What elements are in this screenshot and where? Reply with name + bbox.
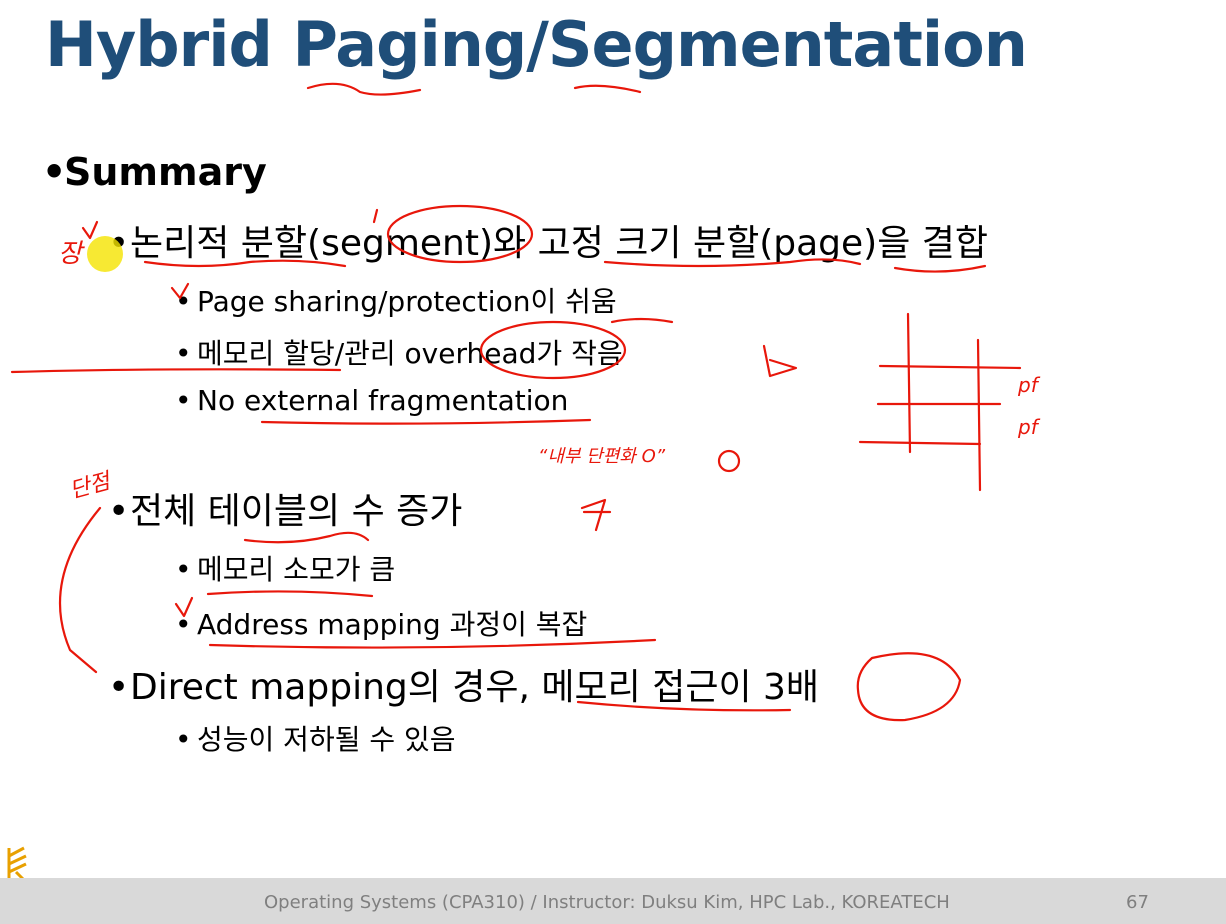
ink-underline (576, 700, 792, 712)
ink-circle-overhead (479, 320, 627, 380)
highlight-dot (87, 236, 123, 272)
annotation-pf: pf (1017, 415, 1041, 439)
ink-line (10, 368, 342, 374)
footer-text: Operating Systems (CPA310) / Instructor:… (264, 892, 950, 913)
ink-circle-segment (386, 204, 534, 264)
check-icon (174, 596, 194, 618)
footer-bar: Operating Systems (CPA310) / Instructor:… (0, 878, 1226, 924)
ink-underline (143, 259, 347, 268)
ink-underline (610, 317, 674, 324)
ink-underline (260, 418, 592, 425)
ink-underline (603, 258, 862, 268)
annotation-internal-frag: “내부 단편화 O” (538, 446, 666, 467)
ink-underline (243, 531, 370, 544)
ink-bracket (58, 506, 102, 674)
check-icon (81, 220, 99, 240)
annotation-pf: pf (1017, 373, 1041, 397)
ink-underline (893, 264, 987, 273)
title-underline (573, 84, 642, 94)
ink-underline (208, 638, 657, 649)
up-arrow-icon (580, 498, 612, 532)
title-underline (306, 82, 422, 96)
down-arrow-icon (762, 344, 798, 378)
page-number: 67 (1126, 892, 1149, 913)
ink-underline (206, 590, 374, 598)
check-icon (170, 282, 190, 300)
ink-circle-3x (856, 652, 962, 722)
annotation-con: 단점 (67, 468, 115, 503)
annotation-pro: 장 (58, 239, 85, 269)
ink-annotations: 장 단점 “내부 단편화 O” pf pf (10, 82, 1041, 722)
